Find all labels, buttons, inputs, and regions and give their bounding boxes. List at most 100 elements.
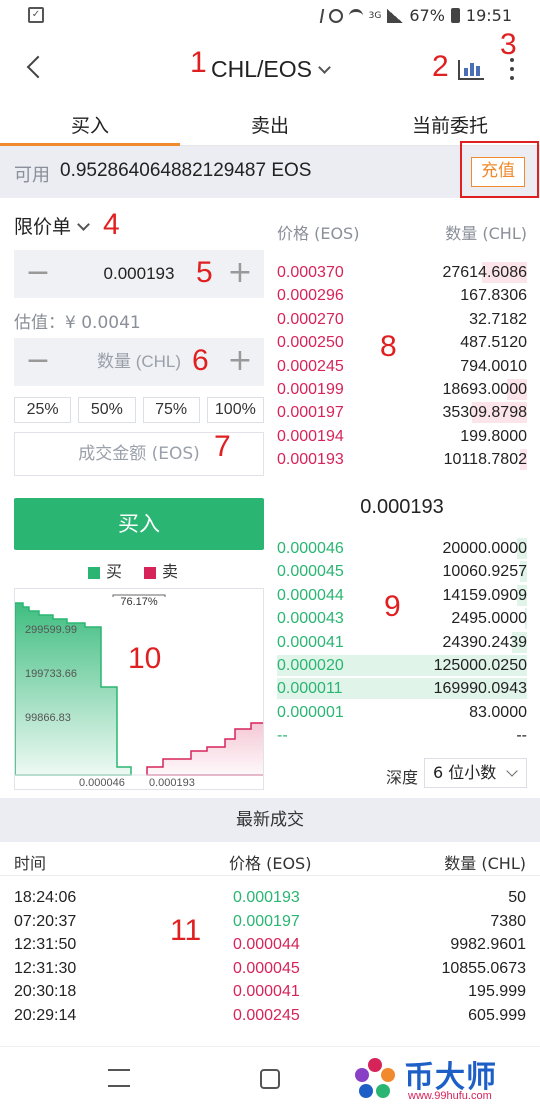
trade-time: 07:20:37 [14, 912, 77, 930]
kline-chart-icon[interactable] [458, 60, 484, 80]
pct-25-button[interactable]: 25% [14, 397, 72, 423]
depth-precision-select[interactable]: 6 位小数 [424, 758, 527, 788]
ask-row[interactable]: 0.000370 27614.6086 [277, 261, 527, 284]
trade-time: 20:30:18 [14, 983, 77, 1001]
x-tick-label-1: 0.000046 [79, 777, 125, 789]
pct-50-button[interactable]: 50% [78, 397, 136, 423]
ask-row[interactable]: 0.000194 199.8000 [277, 425, 527, 448]
price-increase-button[interactable]: + [216, 250, 264, 298]
battery-percent: 67% [409, 6, 445, 25]
ask-price: 0.000370 [277, 264, 344, 281]
price-input[interactable]: 0.000193 [62, 250, 216, 298]
trade-qty: 7380 [490, 912, 526, 930]
buy-button[interactable]: 买入 [14, 498, 264, 550]
trade-price: 0.000193 [233, 889, 300, 906]
trades-price-header: 价格 (EOS) [229, 854, 312, 873]
bid-row[interactable]: 0.000046 20000.0000 [277, 537, 527, 560]
legend-buy: 买 [88, 558, 122, 582]
trade-row: 18:24:06 0.000193 50 [0, 886, 540, 909]
ask-price: 0.000199 [277, 381, 344, 398]
y-tick-label-1: 299599.99 [25, 624, 77, 636]
y-tick-label-3: 99866.83 [25, 712, 71, 724]
status-bar: ✓ 3G 67% 19:51 [0, 0, 540, 34]
chevron-down-icon [318, 61, 331, 74]
ask-price: 0.000270 [277, 310, 344, 328]
home-icon[interactable] [260, 1069, 280, 1089]
trade-row: 20:30:18 0.000041 195.999 [0, 980, 540, 1003]
trade-row: 12:31:30 0.000045 10855.0673 [0, 957, 540, 980]
trade-time: 12:31:50 [14, 936, 77, 954]
ask-qty: 167.8306 [460, 287, 527, 305]
ask-row[interactable]: 0.000193 10118.7802 [277, 448, 527, 471]
ask-qty: 10118.7802 [443, 451, 527, 469]
bid-row[interactable]: 0.000041 24390.2439 [277, 631, 527, 654]
ask-row[interactable]: 0.000250 487.5120 [277, 331, 527, 354]
ask-row[interactable]: 0.000199 18693.0000 [277, 378, 527, 401]
trades-time-header: 时间 [14, 854, 47, 873]
trade-tabs: 买入 卖出 当前委托 [0, 106, 540, 146]
annotation-3: 3 [500, 28, 517, 61]
bid-row[interactable]: -- -- [277, 724, 527, 747]
balance-label: 可用 [14, 165, 50, 186]
trades-qty-header: 数量 (CHL) [444, 854, 526, 873]
recharge-button[interactable]: 充值 [471, 157, 525, 187]
bid-qty: 10060.9257 [442, 563, 527, 581]
annotation-5: 5 [196, 256, 213, 289]
bid-qty: 24390.2439 [442, 633, 527, 651]
recent-apps-icon[interactable] [108, 1069, 130, 1087]
last-price: 0.000193 [360, 496, 444, 518]
balance-value: 0.952864064882129487 EOS [60, 160, 312, 181]
pct-75-button[interactable]: 75% [142, 397, 200, 423]
qty-column-header: 数量 (CHL) [445, 224, 527, 243]
bid-price: 0.000001 [277, 703, 344, 721]
ask-row[interactable]: 0.000197 35309.8798 [277, 401, 527, 424]
estimate-value: 估值：¥ 0.0041 [14, 313, 141, 333]
network-type-label: 3G [368, 10, 382, 21]
trade-qty: 9982.9601 [450, 936, 526, 954]
ask-row[interactable]: 0.000270 32.7182 [277, 308, 527, 331]
order-type-selector[interactable]: 限价单 [14, 212, 90, 239]
trade-row: 07:20:37 0.000197 7380 [0, 910, 540, 933]
bid-row[interactable]: 0.000045 10060.9257 [277, 560, 527, 583]
bid-row[interactable]: 0.000044 14159.0909 [277, 584, 527, 607]
bid-price: 0.000020 [277, 657, 344, 674]
bid-qty: 20000.0000 [442, 540, 527, 557]
ask-price: 0.000250 [277, 334, 344, 352]
clock: 19:51 [465, 6, 512, 25]
ask-row[interactable]: 0.000245 794.0010 [277, 355, 527, 378]
bid-qty: 125000.0250 [433, 657, 527, 674]
price-decrease-button[interactable]: − [14, 250, 62, 298]
more-menu-icon[interactable] [510, 58, 516, 80]
depth-chart: 76.17% 299599.99 199733.66 99866.83 0.00… [14, 588, 264, 790]
trade-time: 20:29:14 [14, 1007, 77, 1024]
pair-title: CHL/EOS [211, 56, 312, 82]
notification-icon: ✓ [28, 7, 44, 23]
ask-row[interactable]: 0.000296 167.8306 [277, 284, 527, 307]
depth-label: 深度 [386, 768, 419, 787]
tab-open-orders[interactable]: 当前委托 [360, 106, 540, 145]
bid-price: 0.000045 [277, 563, 344, 581]
tab-buy[interactable]: 买入 [0, 106, 180, 146]
signal-icon [387, 8, 404, 23]
pct-100-button[interactable]: 100% [206, 397, 264, 423]
ask-price: 0.000296 [277, 287, 344, 305]
amount-decrease-button[interactable]: − [14, 338, 62, 386]
watermark-url: www.99hufu.com [408, 1090, 492, 1102]
bid-row[interactable]: 0.000020 125000.0250 [277, 654, 527, 677]
bluetooth-icon [314, 8, 324, 23]
trade-qty: 605.999 [468, 1007, 526, 1024]
annotation-1: 1 [190, 46, 207, 79]
tab-sell[interactable]: 卖出 [180, 106, 360, 145]
annotation-2: 2 [432, 50, 449, 83]
ask-qty: 27614.6086 [442, 264, 527, 281]
bid-row[interactable]: 0.000043 2495.0000 [277, 607, 527, 630]
annotation-8: 8 [380, 330, 397, 363]
amount-increase-button[interactable]: + [216, 338, 264, 386]
y-tick-label-2: 199733.66 [25, 668, 77, 680]
bid-row[interactable]: 0.000011 169990.0943 [277, 677, 527, 700]
ask-qty: 199.8000 [460, 427, 527, 445]
balance-bar: 可用 0.952864064882129487 EOS [0, 146, 540, 198]
percentage-buttons: 25% 50% 75% 100% [14, 397, 264, 423]
trades-title: 最新成交 [0, 798, 540, 842]
bid-row[interactable]: 0.000001 83.0000 [277, 701, 527, 724]
